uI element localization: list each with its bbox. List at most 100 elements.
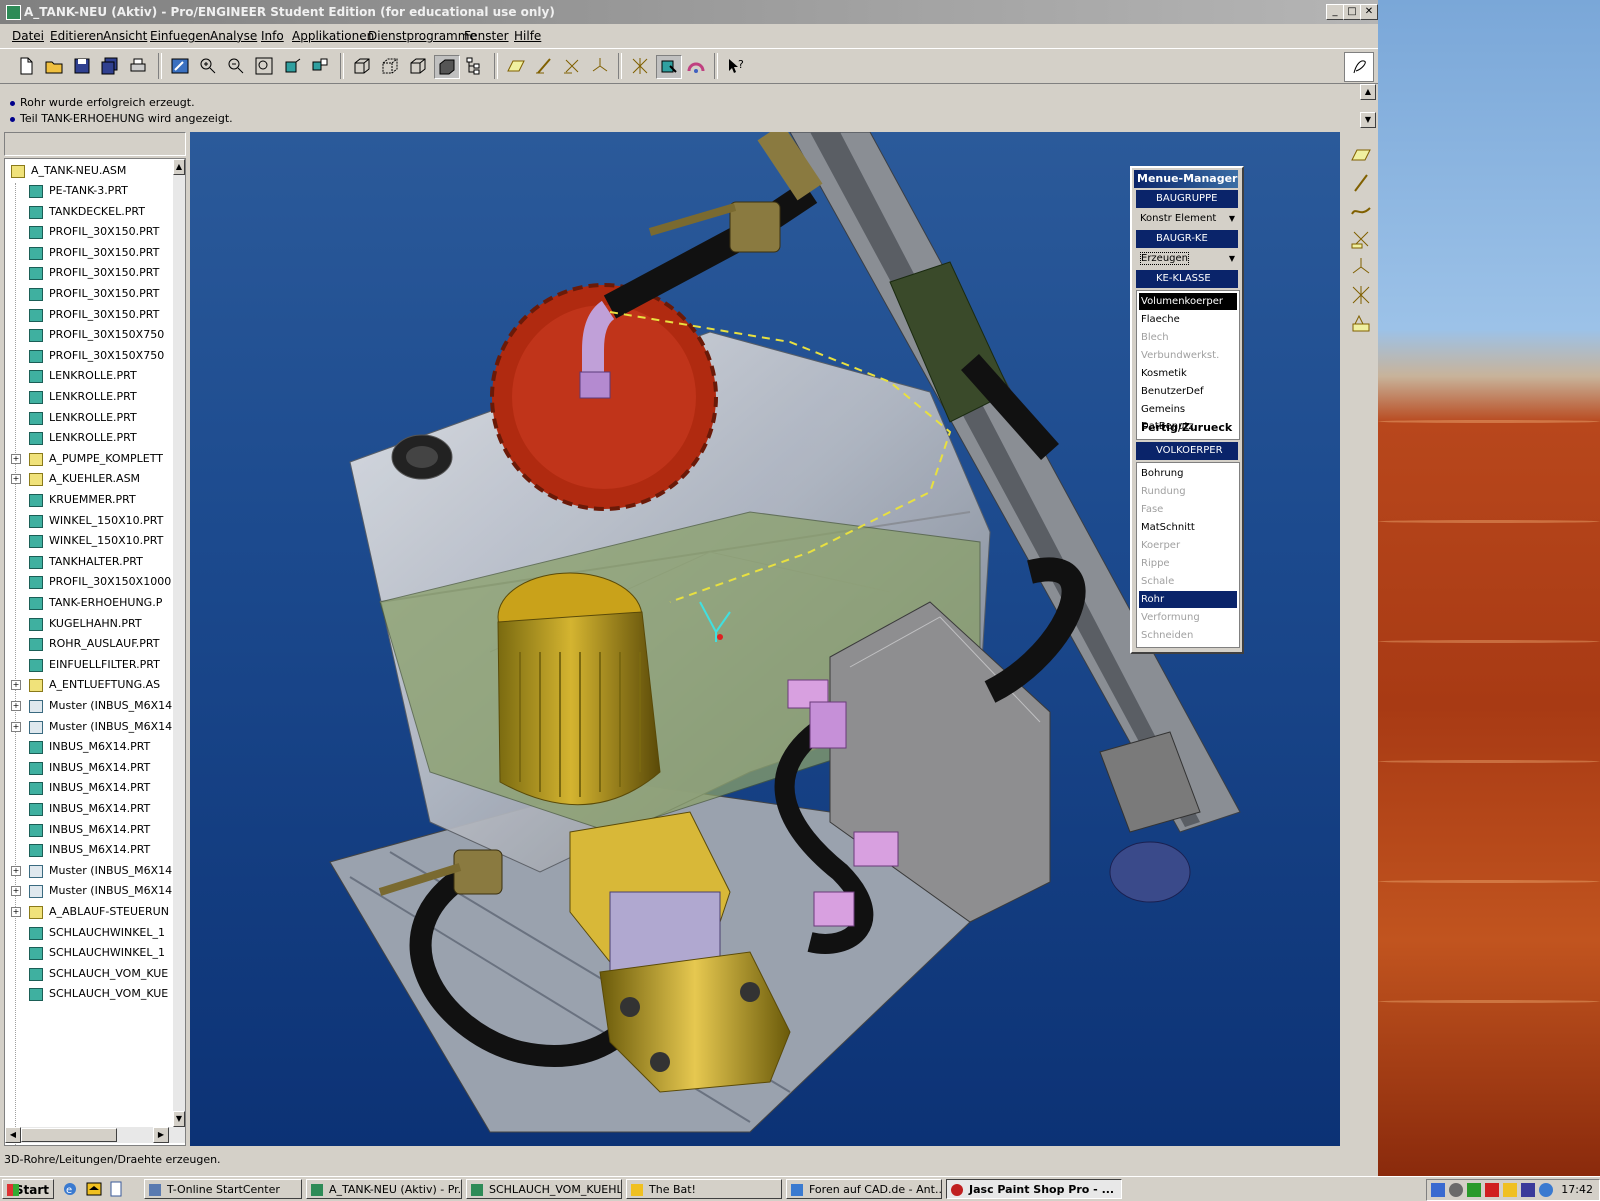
- appearance-icon[interactable]: [684, 55, 708, 77]
- tree-item[interactable]: TANKDECKEL.PRT: [5, 202, 173, 222]
- repaint-icon[interactable]: [168, 55, 192, 77]
- tree-item[interactable]: KUGELHAHN.PRT: [5, 614, 173, 634]
- tree-item[interactable]: PROFIL_30X150.PRT: [5, 305, 173, 325]
- expand-node-icon[interactable]: +: [11, 701, 21, 711]
- datum-curve-icon[interactable]: [1350, 200, 1372, 222]
- scroll-thumb[interactable]: [21, 1128, 117, 1142]
- message-scrollbar[interactable]: ▲ ▼: [1360, 84, 1376, 128]
- open-folder-icon[interactable]: [42, 55, 66, 77]
- no-hidden-icon[interactable]: [406, 55, 430, 77]
- za-icon[interactable]: [1503, 1183, 1517, 1197]
- menu-datei[interactable]: Datei: [12, 29, 44, 43]
- start-button[interactable]: Start: [2, 1179, 54, 1199]
- tree-item[interactable]: SCHLAUCHWINKEL_1: [5, 943, 173, 963]
- tree-item[interactable]: LENKROLLE.PRT: [5, 428, 173, 448]
- erzeugen-dropdown[interactable]: Erzeugen ▼: [1138, 250, 1238, 268]
- scroll-right-icon[interactable]: ▶: [153, 1127, 169, 1143]
- task-cad-forum[interactable]: Foren auf CAD.de - Ant...: [786, 1179, 942, 1199]
- menu-ansicht[interactable]: Ansicht: [103, 29, 147, 43]
- tree-item[interactable]: INBUS_M6X14.PRT: [5, 758, 173, 778]
- volume-icon[interactable]: [1449, 1183, 1463, 1197]
- task-t-online[interactable]: T-Online StartCenter: [144, 1179, 302, 1199]
- tree-item[interactable]: SCHLAUCHWINKEL_1: [5, 923, 173, 943]
- the-bat-quicklaunch-icon[interactable]: [86, 1181, 102, 1197]
- menu-header-baugruppe[interactable]: BAUGRUPPE: [1136, 190, 1238, 208]
- coord-system-icon[interactable]: [588, 55, 612, 77]
- menu-dienstprogramme[interactable]: Dienstprogramme: [368, 29, 477, 43]
- menu-item-matschnitt[interactable]: MatSchnitt: [1139, 519, 1237, 536]
- task-paint-shop-pro[interactable]: Jasc Paint Shop Pro - ...: [946, 1179, 1122, 1199]
- menu-item-volumenkoerper[interactable]: Volumenkoerper: [1139, 293, 1237, 310]
- menu-header-baugr-ke[interactable]: BAUGR-KE: [1136, 230, 1238, 248]
- tree-item[interactable]: PROFIL_30X150.PRT: [5, 284, 173, 304]
- datum-plane-icon[interactable]: [1350, 144, 1372, 166]
- tree-item[interactable]: WINKEL_150X10.PRT: [5, 531, 173, 551]
- tree-item[interactable]: INBUS_M6X14.PRT: [5, 840, 173, 860]
- task-schlauch[interactable]: SCHLAUCH_VOM_KUEHL...: [466, 1179, 622, 1199]
- expand-node-icon[interactable]: +: [11, 453, 21, 464]
- select-icon[interactable]: [656, 55, 682, 79]
- scroll-up-icon[interactable]: ▲: [1360, 84, 1376, 100]
- expand-node-icon[interactable]: +: [11, 865, 21, 876]
- tree-item[interactable]: ROHR_AUSLAUF.PRT: [5, 634, 173, 654]
- task-a-tank-neu[interactable]: A_TANK-NEU (Aktiv) - Pr...: [306, 1179, 462, 1199]
- tree-item[interactable]: + A_ABLAUF-STEUERUN: [5, 902, 173, 922]
- expand-node-icon[interactable]: +: [11, 680, 21, 691]
- tree-item[interactable]: INBUS_M6X14.PRT: [5, 737, 173, 757]
- antivirus-icon[interactable]: [1467, 1183, 1481, 1197]
- context-help-icon[interactable]: ?: [724, 55, 748, 77]
- tree-item[interactable]: + Muster (INBUS_M6X14.P: [5, 861, 182, 881]
- tree-item[interactable]: PROFIL_30X150X750: [5, 346, 173, 366]
- expand-node-icon[interactable]: +: [11, 721, 21, 732]
- tree-item[interactable]: KRUEMMER.PRT: [5, 490, 173, 510]
- messenger-icon[interactable]: [1539, 1183, 1553, 1197]
- konstr-element-dropdown[interactable]: Konstr Element ▼: [1138, 210, 1238, 228]
- hidden-line-icon[interactable]: [378, 55, 402, 77]
- spin-center-icon[interactable]: [628, 55, 652, 77]
- tree-item[interactable]: PE-TANK-3.PRT: [5, 181, 173, 201]
- menu-item-gemeins-datbenutz[interactable]: Gemeins DatBenutz: [1139, 401, 1237, 432]
- tree-item[interactable]: LENKROLLE.PRT: [5, 408, 173, 428]
- tree-item[interactable]: TANKHALTER.PRT: [5, 552, 173, 572]
- datum-point-icon[interactable]: [1350, 228, 1372, 250]
- menu-editieren[interactable]: Editieren: [50, 29, 104, 43]
- tree-item[interactable]: LENKROLLE.PRT: [5, 387, 173, 407]
- ie-icon[interactable]: e: [62, 1181, 78, 1197]
- tree-item[interactable]: INBUS_M6X14.PRT: [5, 778, 173, 798]
- sketch-icon[interactable]: [1344, 52, 1374, 82]
- menu-fenster[interactable]: Fenster: [464, 29, 509, 43]
- expand-node-icon[interactable]: +: [11, 886, 21, 897]
- menu-einfuegen[interactable]: Einfuegen: [150, 29, 210, 43]
- menu-analyse[interactable]: Analyse: [210, 29, 257, 43]
- tree-item[interactable]: EINFUELLFILTER.PRT: [5, 655, 173, 675]
- datum-axis-icon[interactable]: [1350, 172, 1372, 194]
- tree-item[interactable]: WINKEL_150X10.PRT: [5, 511, 173, 531]
- tree-item[interactable]: TANK-ERHOEHUNG.P: [5, 593, 173, 613]
- save-icon[interactable]: [70, 55, 94, 77]
- notepad-icon[interactable]: [108, 1181, 124, 1197]
- datum-point-icon[interactable]: [560, 55, 584, 77]
- zoom-out-icon[interactable]: [224, 55, 248, 77]
- maximize-button[interactable]: □: [1343, 4, 1361, 20]
- tree-item[interactable]: + Muster (INBUS_M6X14.P: [5, 717, 182, 737]
- network-icon[interactable]: [1431, 1183, 1445, 1197]
- minimize-button[interactable]: _: [1326, 4, 1344, 20]
- expand-node-icon[interactable]: +: [11, 907, 21, 917]
- menu-item-fertig-zurueck[interactable]: Fertig/Zurueck: [1139, 419, 1237, 436]
- wireframe-icon[interactable]: [350, 55, 374, 77]
- scroll-up-icon[interactable]: ▲: [173, 159, 185, 175]
- model-tree-icon[interactable]: [462, 55, 486, 77]
- datum-plane-icon[interactable]: [504, 55, 528, 77]
- saved-views-icon[interactable]: [308, 55, 332, 77]
- print-icon[interactable]: [126, 55, 150, 77]
- save-all-icon[interactable]: [98, 55, 122, 77]
- tree-item[interactable]: LENKROLLE.PRT: [5, 366, 173, 386]
- task-the-bat[interactable]: The Bat!: [626, 1179, 782, 1199]
- tree-vertical-scrollbar[interactable]: ▲ ▼: [173, 159, 185, 1127]
- tree-horizontal-scrollbar[interactable]: ◀ ▶: [5, 1127, 185, 1143]
- new-file-icon[interactable]: [14, 55, 38, 77]
- scroll-left-icon[interactable]: ◀: [5, 1127, 21, 1143]
- analysis-feature-icon[interactable]: [1350, 284, 1372, 306]
- menu-item-benutzerdef[interactable]: BenutzerDef: [1139, 383, 1237, 400]
- tree-item[interactable]: PROFIL_30X150.PRT: [5, 263, 173, 283]
